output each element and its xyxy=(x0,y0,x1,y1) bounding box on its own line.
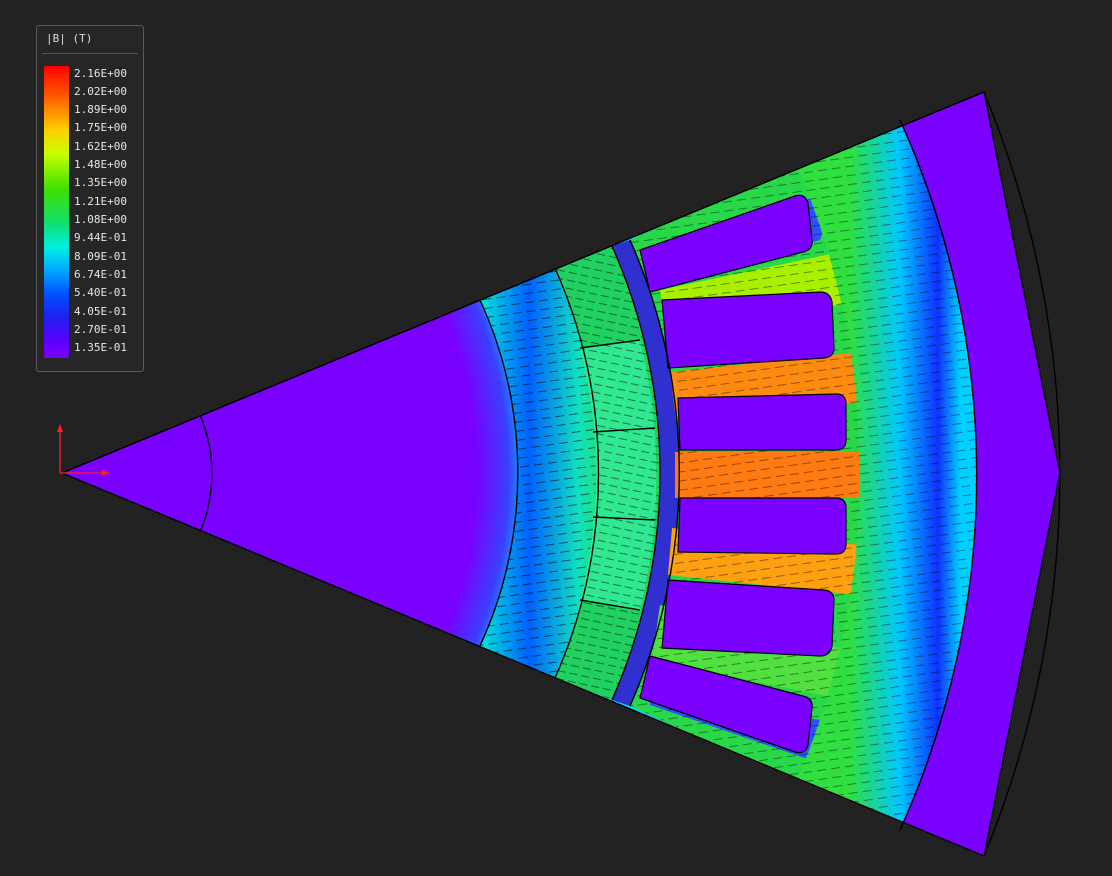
flux-density-plot[interactable] xyxy=(0,0,1112,872)
legend-level: 1.89E+00 xyxy=(74,103,127,116)
legend-level: 6.74E-01 xyxy=(74,268,127,281)
legend-level: 5.40E-01 xyxy=(74,286,127,299)
legend-level: 4.05E-01 xyxy=(74,305,127,318)
legend-level: 1.35E-01 xyxy=(74,341,127,354)
legend-level: 2.02E+00 xyxy=(74,85,127,98)
legend-divider xyxy=(42,53,138,54)
legend-level: 1.75E+00 xyxy=(74,121,127,134)
color-legend[interactable]: |B| (T) 2.16E+00 2.02E+00 1.89E+00 1.75E… xyxy=(36,25,144,372)
legend-color-bar xyxy=(44,66,69,358)
machine-sector xyxy=(62,92,1060,856)
legend-title: |B| (T) xyxy=(46,32,93,45)
legend-level: 9.44E-01 xyxy=(74,231,127,244)
legend-level: 2.70E-01 xyxy=(74,323,127,336)
legend-level: 1.08E+00 xyxy=(74,213,127,226)
legend-level: 1.62E+00 xyxy=(74,140,127,153)
legend-level: 2.16E+00 xyxy=(74,67,127,80)
legend-level: 1.35E+00 xyxy=(74,176,127,189)
legend-level: 1.48E+00 xyxy=(74,158,127,171)
legend-level: 1.21E+00 xyxy=(74,195,127,208)
field-plot-viewport[interactable]: |B| (T) 2.16E+00 2.02E+00 1.89E+00 1.75E… xyxy=(0,0,1112,872)
legend-level: 8.09E-01 xyxy=(74,250,127,263)
